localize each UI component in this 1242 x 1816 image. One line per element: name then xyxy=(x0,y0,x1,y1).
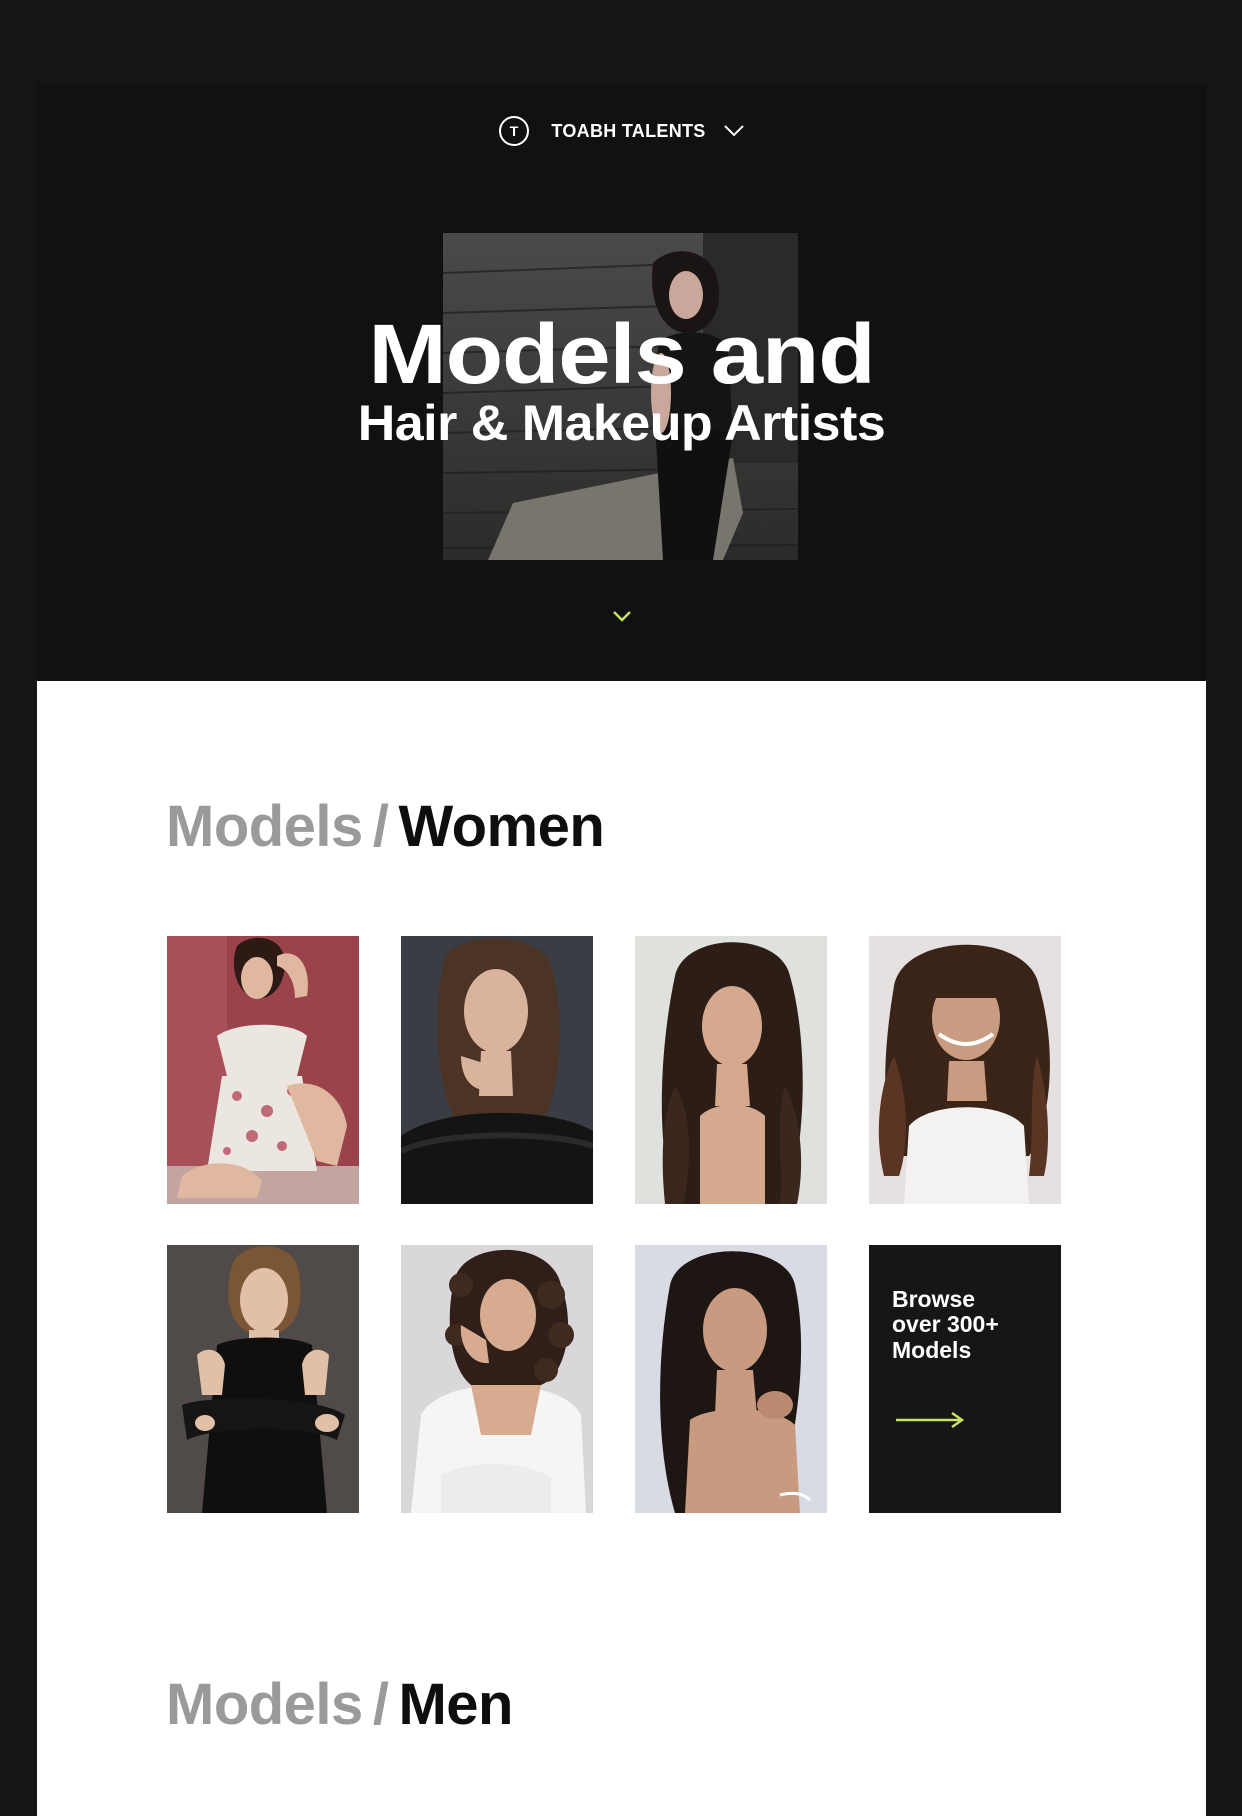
breadcrumb-separator: / xyxy=(372,794,389,859)
main-content: Models / Women Browse over 300+ Models M… xyxy=(37,681,1206,1816)
model-card[interactable] xyxy=(869,936,1061,1204)
breadcrumb-separator: / xyxy=(372,1672,389,1737)
model-photo xyxy=(635,936,827,1204)
chevron-down-icon[interactable] xyxy=(722,119,746,143)
toabh-logo-icon: T xyxy=(497,114,531,148)
svg-text:T: T xyxy=(510,123,519,139)
model-photo xyxy=(401,936,593,1204)
chevron-down-icon xyxy=(612,611,631,622)
model-card[interactable] xyxy=(167,936,359,1204)
model-photo xyxy=(167,1245,359,1513)
section-heading-women: Models / Women xyxy=(166,793,605,860)
hero-title: Models and Hair & Makeup Artists xyxy=(37,312,1206,451)
page-frame: T TOABH TALENTS Models and Hair & Makeup… xyxy=(0,0,1242,1816)
hero-title-line-2: Hair & Makeup Artists xyxy=(357,395,886,451)
hero-section: T TOABH TALENTS Models and Hair & Makeup… xyxy=(37,84,1206,681)
hero-title-line-1: Models and xyxy=(368,307,875,401)
model-photo xyxy=(869,936,1061,1204)
breadcrumb-current: Women xyxy=(398,794,605,859)
model-photo xyxy=(635,1245,827,1513)
breadcrumb-models[interactable]: Models xyxy=(166,1672,363,1737)
women-models-grid: Browse over 300+ Models xyxy=(167,936,1061,1513)
brand-switcher[interactable]: T TOABH TALENTS xyxy=(37,114,1206,148)
model-card[interactable] xyxy=(167,1245,359,1513)
brand-name[interactable]: TOABH TALENTS xyxy=(551,121,705,142)
browse-models-card[interactable]: Browse over 300+ Models xyxy=(869,1245,1061,1513)
scroll-down-button[interactable] xyxy=(37,609,1206,625)
model-card[interactable] xyxy=(635,1245,827,1513)
browse-models-label: Browse over 300+ Models xyxy=(892,1286,999,1363)
breadcrumb-models[interactable]: Models xyxy=(166,794,363,859)
breadcrumb-current: Men xyxy=(398,1672,513,1737)
model-card[interactable] xyxy=(635,936,827,1204)
model-photo xyxy=(167,936,359,1204)
model-photo xyxy=(401,1245,593,1513)
section-heading-men: Models / Men xyxy=(166,1671,513,1738)
arrow-right-icon xyxy=(894,1410,966,1430)
model-card[interactable] xyxy=(401,936,593,1204)
model-card[interactable] xyxy=(401,1245,593,1513)
